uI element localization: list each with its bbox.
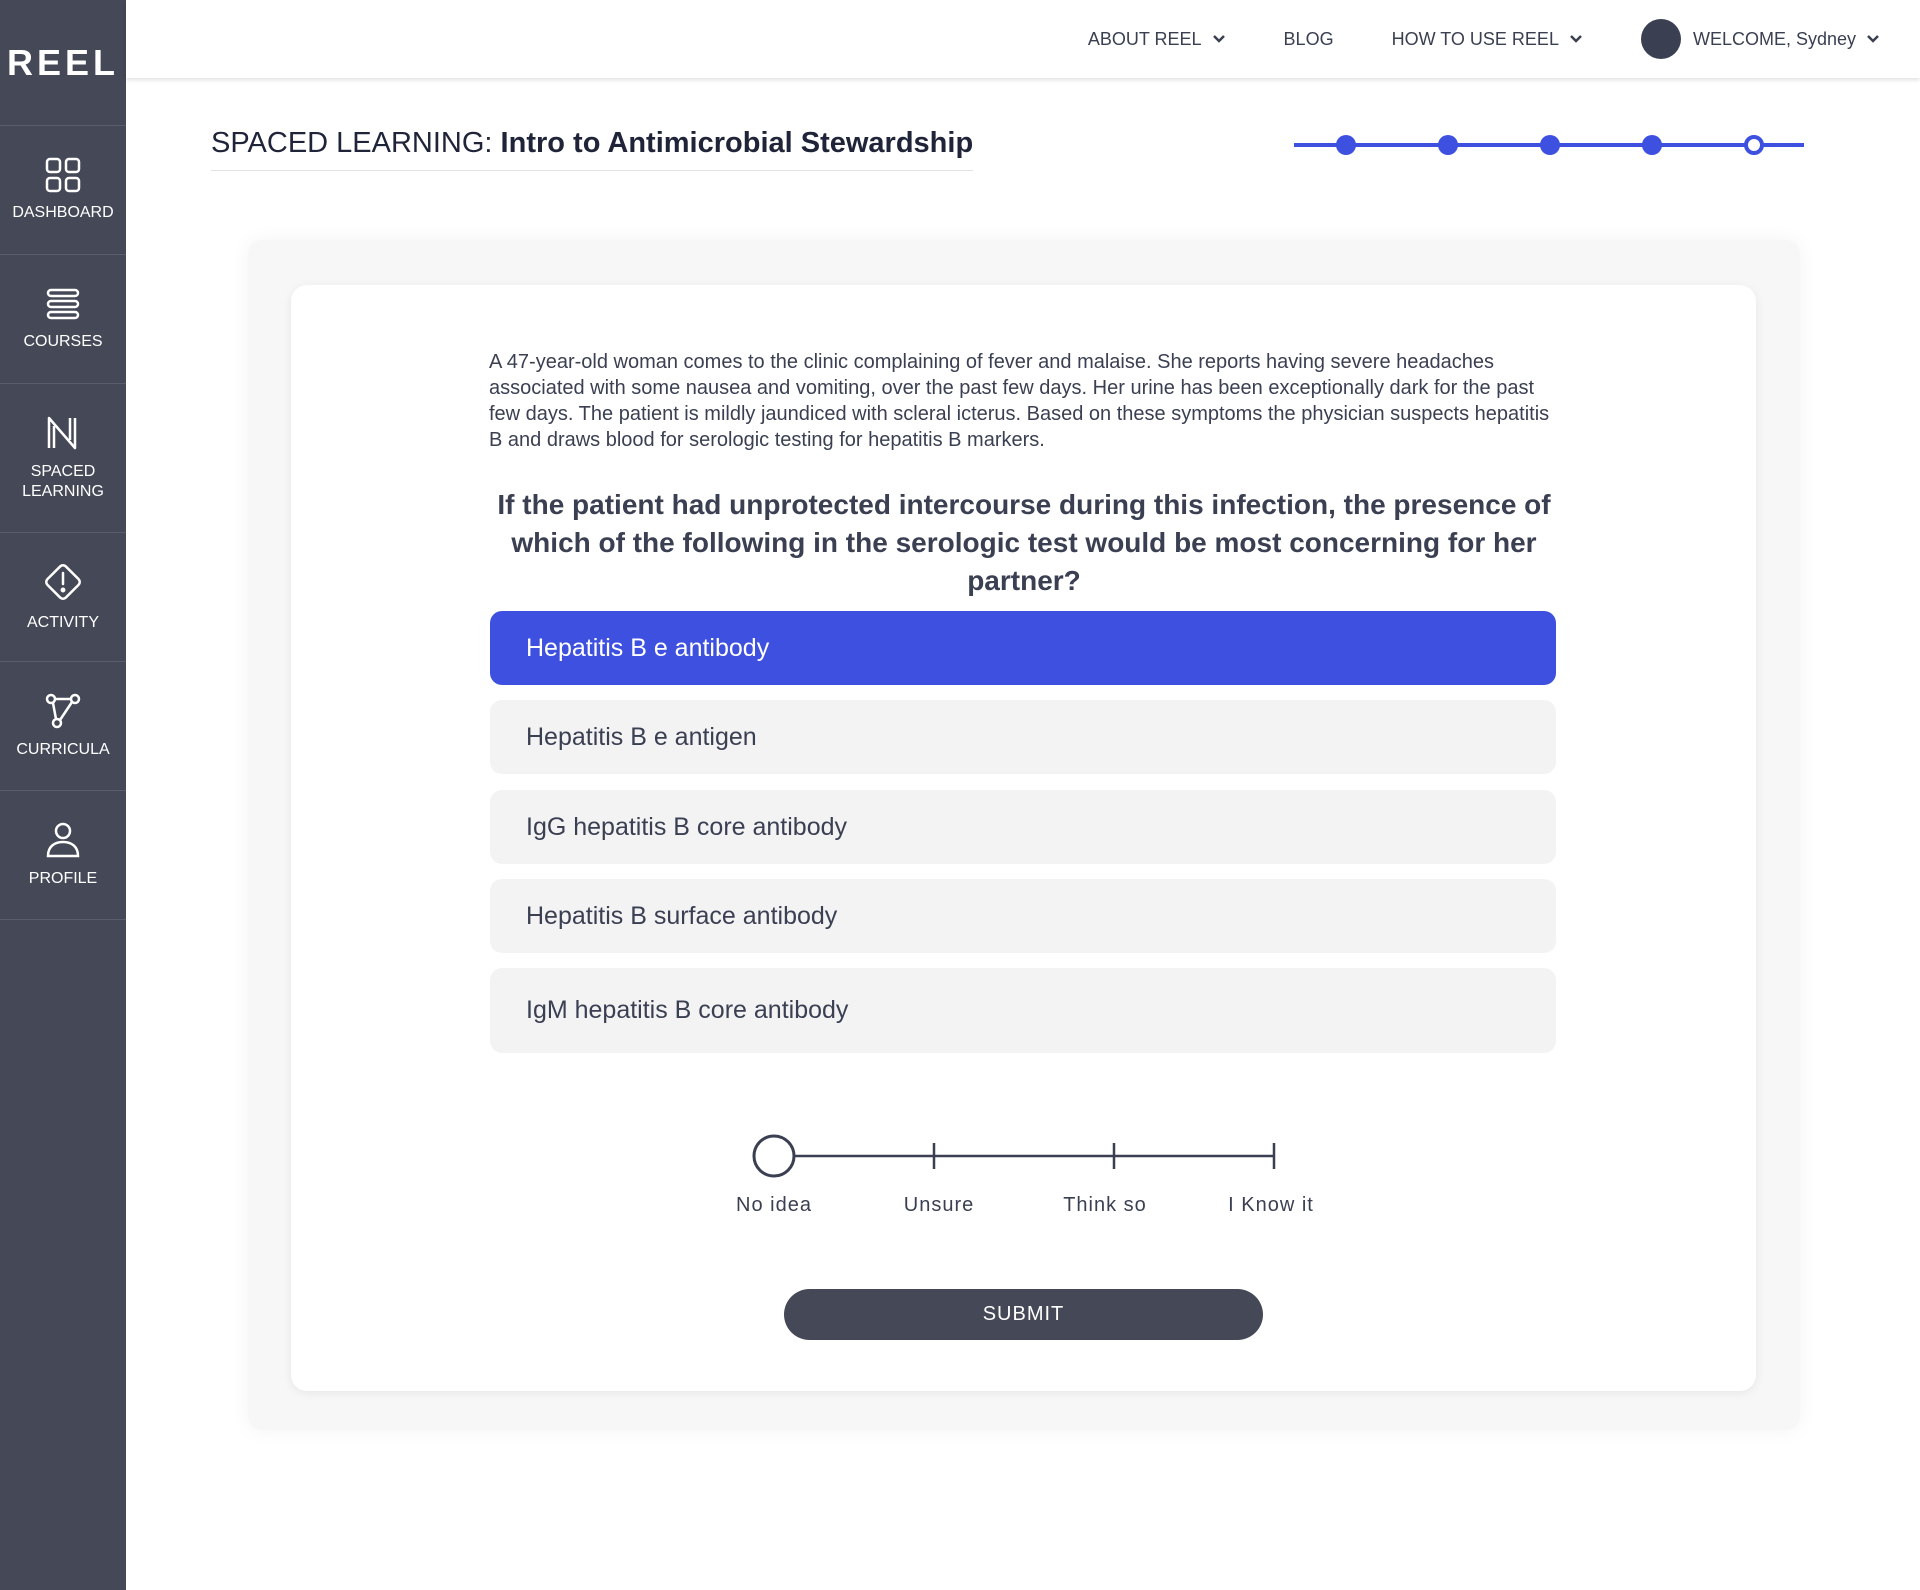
sidebar-item-label: PROFILE: [28, 870, 98, 887]
question-stem: If the patient had unprotected intercour…: [497, 489, 1551, 596]
sidebar-item-label: ACTIVITY: [26, 614, 99, 631]
how-to-use-menu[interactable]: HOW TO USE REEL: [1392, 29, 1583, 50]
progress-stepper: [1294, 135, 1804, 155]
about-reel-label: ABOUT REEL: [1087, 28, 1202, 49]
chevron-down-icon: [1212, 35, 1225, 43]
answer-option[interactable]: Hepatitis B e antibody: [490, 611, 1556, 685]
clinical-vignette: A 47-year-old woman comes to the clinic …: [489, 351, 1550, 451]
reel-logo[interactable]: REEL: [0, 0, 126, 126]
confidence-handle[interactable]: [752, 1134, 796, 1178]
about-reel-menu[interactable]: ABOUT REEL: [1088, 29, 1226, 50]
user-menu[interactable]: WELCOME, Sydney: [1640, 19, 1880, 59]
sidebar-item-courses[interactable]: COURSES: [0, 255, 126, 384]
alert-diamond-icon: [45, 564, 81, 600]
spaced-learning-icon: [47, 416, 77, 450]
answer-option[interactable]: IgM hepatitis B core antibody: [490, 968, 1556, 1053]
grid-icon: [45, 157, 81, 193]
top-navigation: ABOUT REEL BLOG HOW TO USE REEL WELCOME,…: [126, 0, 1920, 78]
avatar: [1640, 19, 1681, 59]
network-icon: [45, 693, 81, 729]
sidebar-item-spaced-learning[interactable]: SPACED LEARNING: [0, 384, 126, 533]
sidebar: REEL DASHBOARD COURSES SPACED LEARNING A…: [0, 0, 126, 1590]
answer-option-label: IgG hepatitis B core antibody: [526, 812, 848, 841]
confidence-label[interactable]: Unsure: [869, 1194, 1009, 1217]
how-to-use-label: HOW TO USE REEL: [1391, 28, 1559, 49]
blog-link[interactable]: BLOG: [1284, 29, 1334, 50]
sidebar-item-curricula[interactable]: CURRICULA: [0, 662, 126, 791]
sidebar-item-profile[interactable]: PROFILE: [0, 791, 126, 920]
sidebar-item-label: SPACED LEARNING: [22, 463, 104, 500]
answer-option-label: IgM hepatitis B core antibody: [526, 996, 849, 1024]
user-icon: [46, 822, 80, 858]
answer-option[interactable]: Hepatitis B surface antibody: [490, 879, 1556, 953]
submit-button[interactable]: SUBMIT: [784, 1289, 1263, 1340]
sidebar-item-label: CURRICULA: [16, 741, 110, 758]
confidence-label[interactable]: No idea: [704, 1194, 844, 1217]
course-name: Intro to Antimicrobial Stewardship: [500, 127, 974, 159]
confidence-label[interactable]: Think so: [1035, 1194, 1175, 1217]
page-title-prefix: SPACED LEARNING:: [211, 127, 493, 159]
stack-icon: [46, 288, 80, 320]
sidebar-item-label: DASHBOARD: [12, 204, 114, 221]
answer-option[interactable]: Hepatitis B e antigen: [490, 700, 1556, 774]
progress-step-current: [1744, 135, 1764, 155]
sidebar-item-dashboard[interactable]: DASHBOARD: [0, 126, 126, 255]
sidebar-item-label: COURSES: [23, 333, 103, 350]
answer-option-label: Hepatitis B e antibody: [526, 633, 770, 662]
answer-option-label: Hepatitis B surface antibody: [526, 901, 838, 930]
blog-label: BLOG: [1283, 28, 1334, 49]
progress-step-complete: [1540, 135, 1560, 155]
chevron-down-icon: [1570, 35, 1582, 43]
chevron-down-icon: [1867, 35, 1879, 43]
welcome-label: WELCOME, Sydney: [1692, 28, 1856, 49]
progress-step-complete: [1336, 135, 1356, 155]
progress-step-complete: [1438, 135, 1458, 155]
confidence-label[interactable]: I Know it: [1201, 1194, 1341, 1217]
answer-option-label: Hepatitis B e antigen: [526, 722, 757, 751]
answer-option[interactable]: IgG hepatitis B core antibody: [490, 790, 1556, 864]
sidebar-item-activity[interactable]: ACTIVITY: [0, 533, 126, 662]
progress-step-complete: [1642, 135, 1662, 155]
page-title: SPACED LEARNING: Intro to Antimicrobial …: [211, 127, 974, 171]
